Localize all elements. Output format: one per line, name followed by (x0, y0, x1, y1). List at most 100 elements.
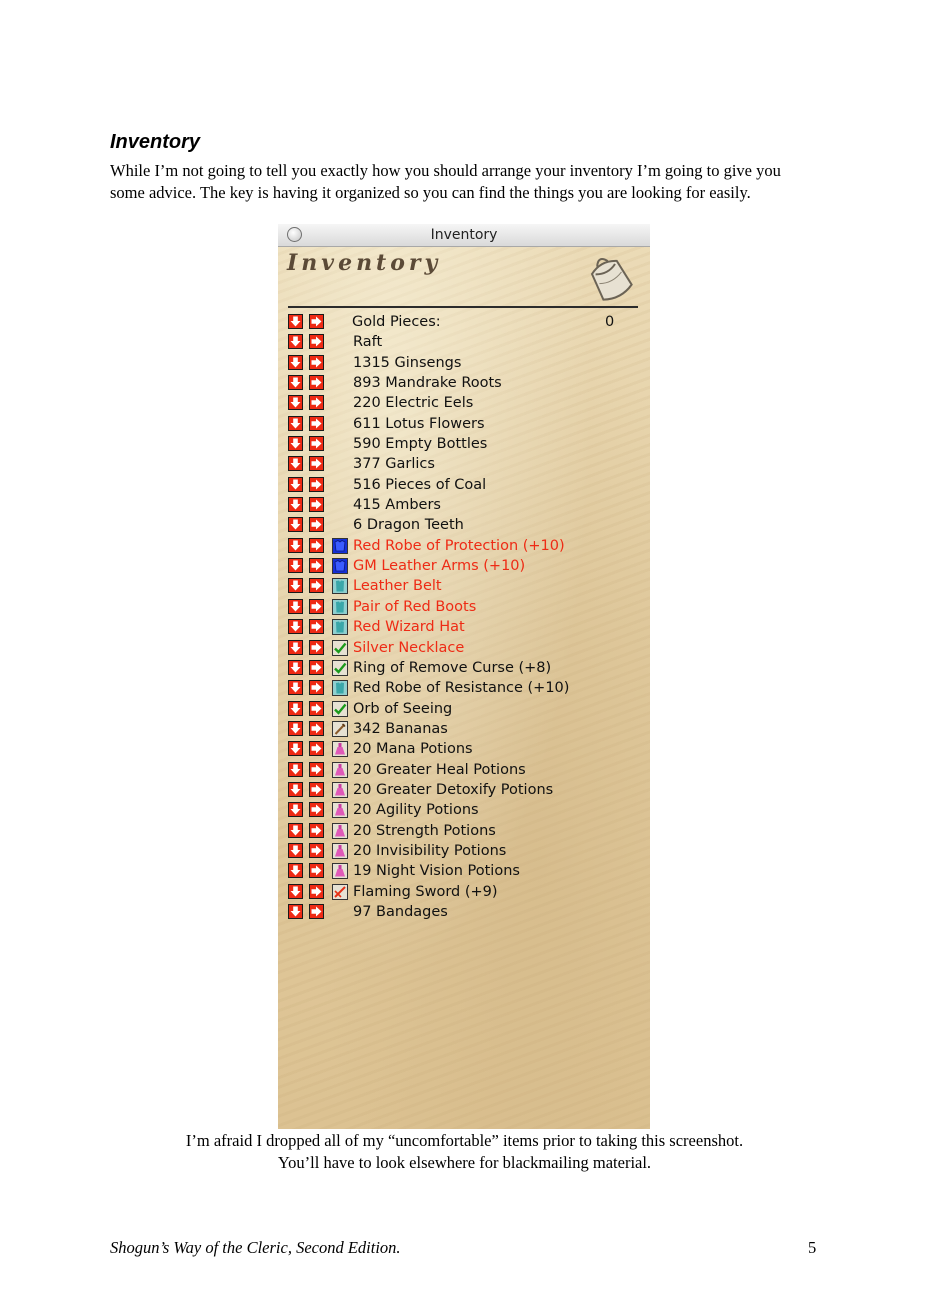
potion-icon[interactable] (332, 822, 348, 839)
give-arrow-icon[interactable] (309, 700, 324, 716)
bag-icon[interactable] (582, 248, 638, 304)
clothing-icon[interactable] (332, 598, 348, 615)
drop-arrow-icon[interactable] (288, 354, 303, 370)
give-arrow-icon[interactable] (309, 497, 324, 513)
inventory-item-row[interactable]: 20 Strength Potions (287, 822, 647, 842)
inventory-item-row[interactable]: 1315 Ginsengs (287, 354, 647, 374)
inventory-item-row[interactable]: Red Robe of Protection (+10) (287, 537, 647, 557)
give-arrow-icon[interactable] (309, 314, 324, 329)
drop-arrow-icon[interactable] (288, 497, 303, 513)
give-arrow-icon[interactable] (309, 883, 324, 899)
inventory-item-row[interactable]: 20 Greater Heal Potions (287, 761, 647, 781)
food-icon[interactable] (332, 720, 348, 737)
give-arrow-icon[interactable] (309, 375, 324, 391)
drop-arrow-icon[interactable] (288, 314, 303, 329)
give-arrow-icon[interactable] (309, 781, 324, 797)
armor-icon[interactable] (332, 537, 348, 554)
give-arrow-icon[interactable] (309, 903, 324, 919)
inventory-item-row[interactable]: 20 Greater Detoxify Potions (287, 781, 647, 801)
drop-arrow-icon[interactable] (288, 395, 303, 411)
drop-arrow-icon[interactable] (288, 741, 303, 757)
inventory-item-row[interactable]: 590 Empty Bottles (287, 435, 647, 455)
give-arrow-icon[interactable] (309, 741, 324, 757)
drop-arrow-icon[interactable] (288, 375, 303, 391)
drop-arrow-icon[interactable] (288, 598, 303, 614)
inventory-item-row[interactable]: Ring of Remove Curse (+8) (287, 659, 647, 679)
weapon-icon[interactable] (332, 883, 348, 900)
potion-icon[interactable] (332, 781, 348, 798)
clothing-icon[interactable] (332, 680, 348, 697)
inventory-item-row[interactable]: 415 Ambers (287, 496, 647, 516)
checkmark-icon[interactable] (332, 659, 348, 676)
inventory-item-row[interactable]: GM Leather Arms (+10) (287, 557, 647, 577)
inventory-item-row[interactable]: Flaming Sword (+9) (287, 883, 647, 903)
inventory-item-row[interactable]: Red Robe of Resistance (+10) (287, 679, 647, 699)
inventory-item-row[interactable]: 20 Invisibility Potions (287, 842, 647, 862)
drop-arrow-icon[interactable] (288, 822, 303, 838)
checkmark-icon[interactable] (332, 700, 348, 717)
potion-icon[interactable] (332, 761, 348, 778)
inventory-item-row[interactable]: 377 Garlics (287, 455, 647, 475)
drop-arrow-icon[interactable] (288, 659, 303, 675)
give-arrow-icon[interactable] (309, 842, 324, 858)
give-arrow-icon[interactable] (309, 558, 324, 574)
inventory-item-row[interactable]: Silver Necklace (287, 639, 647, 659)
give-arrow-icon[interactable] (309, 334, 324, 350)
give-arrow-icon[interactable] (309, 659, 324, 675)
give-arrow-icon[interactable] (309, 598, 324, 614)
drop-arrow-icon[interactable] (288, 680, 303, 696)
inventory-item-row[interactable]: Raft (287, 333, 647, 353)
potion-icon[interactable] (332, 741, 348, 758)
give-arrow-icon[interactable] (309, 761, 324, 777)
drop-arrow-icon[interactable] (288, 558, 303, 574)
inventory-item-row[interactable]: Leather Belt (287, 577, 647, 597)
give-arrow-icon[interactable] (309, 619, 324, 635)
inventory-item-row[interactable]: Red Wizard Hat (287, 618, 647, 638)
drop-arrow-icon[interactable] (288, 619, 303, 635)
inventory-item-row[interactable]: 6 Dragon Teeth (287, 516, 647, 536)
inventory-item-row[interactable]: 611 Lotus Flowers (287, 415, 647, 435)
give-arrow-icon[interactable] (309, 863, 324, 879)
drop-arrow-icon[interactable] (288, 537, 303, 553)
drop-arrow-icon[interactable] (288, 781, 303, 797)
give-arrow-icon[interactable] (309, 476, 324, 492)
give-arrow-icon[interactable] (309, 639, 324, 655)
drop-arrow-icon[interactable] (288, 517, 303, 533)
inventory-item-row[interactable]: Orb of Seeing (287, 700, 647, 720)
drop-arrow-icon[interactable] (288, 863, 303, 879)
drop-arrow-icon[interactable] (288, 883, 303, 899)
inventory-item-row[interactable]: 220 Electric Eels (287, 394, 647, 414)
clothing-icon[interactable] (332, 619, 348, 636)
inventory-item-row[interactable]: 516 Pieces of Coal (287, 476, 647, 496)
potion-icon[interactable] (332, 842, 348, 859)
checkmark-icon[interactable] (332, 639, 348, 656)
inventory-item-row[interactable]: 893 Mandrake Roots (287, 374, 647, 394)
give-arrow-icon[interactable] (309, 720, 324, 736)
drop-arrow-icon[interactable] (288, 761, 303, 777)
drop-arrow-icon[interactable] (288, 720, 303, 736)
give-arrow-icon[interactable] (309, 354, 324, 370)
drop-arrow-icon[interactable] (288, 456, 303, 472)
inventory-item-row[interactable]: 20 Agility Potions (287, 801, 647, 821)
drop-arrow-icon[interactable] (288, 802, 303, 818)
armor-icon[interactable] (332, 558, 348, 575)
drop-arrow-icon[interactable] (288, 639, 303, 655)
drop-arrow-icon[interactable] (288, 436, 303, 452)
inventory-item-row[interactable]: 342 Bananas (287, 720, 647, 740)
potion-icon[interactable] (332, 802, 348, 819)
clothing-icon[interactable] (332, 578, 348, 595)
give-arrow-icon[interactable] (309, 415, 324, 431)
window-titlebar[interactable]: Inventory (278, 224, 650, 247)
drop-arrow-icon[interactable] (288, 578, 303, 594)
drop-arrow-icon[interactable] (288, 903, 303, 919)
drop-arrow-icon[interactable] (288, 334, 303, 350)
give-arrow-icon[interactable] (309, 578, 324, 594)
drop-arrow-icon[interactable] (288, 415, 303, 431)
drop-arrow-icon[interactable] (288, 842, 303, 858)
inventory-item-row[interactable]: 20 Mana Potions (287, 740, 647, 760)
inventory-item-row[interactable]: 97 Bandages (287, 903, 647, 923)
potion-icon[interactable] (332, 863, 348, 880)
give-arrow-icon[interactable] (309, 680, 324, 696)
inventory-item-row[interactable]: 19 Night Vision Potions (287, 862, 647, 882)
give-arrow-icon[interactable] (309, 517, 324, 533)
